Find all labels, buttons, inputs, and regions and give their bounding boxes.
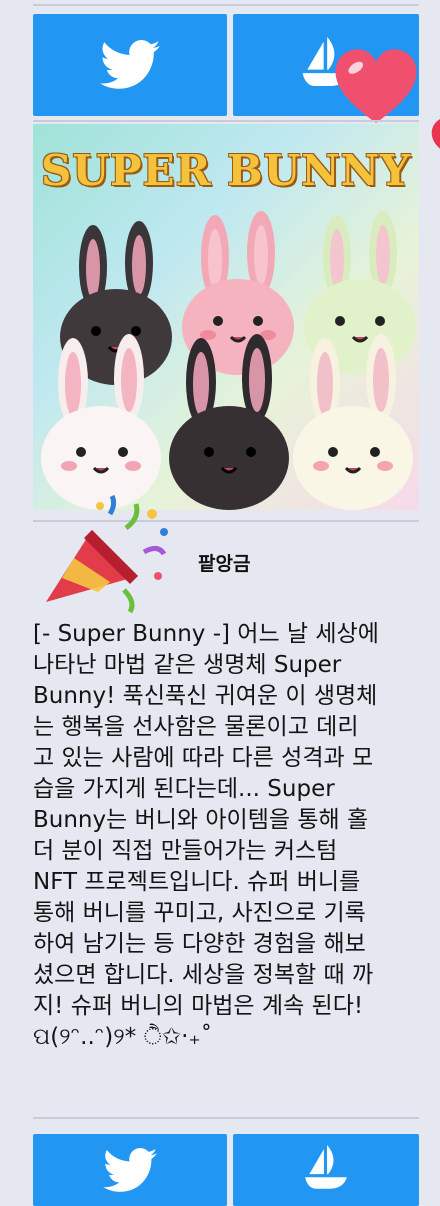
project-description: [- Super Bunny -] 어느 날 세상에 나타난 마법 같은 생명체… <box>33 621 379 1050</box>
nft-artwork-image: SUPER BUNNY <box>33 124 419 510</box>
card-divider <box>33 120 419 122</box>
artwork-title: SUPER BUNNY <box>41 146 411 195</box>
bottom-divider <box>33 1117 419 1119</box>
twitter-icon <box>103 1147 157 1192</box>
heart-icon-partial <box>431 119 440 149</box>
opensea-icon <box>305 1145 347 1189</box>
bunny-black-2 <box>169 334 289 510</box>
bunny-white <box>41 334 161 510</box>
top-divider <box>33 4 419 6</box>
party-popper-icon <box>46 494 168 614</box>
opensea-link-button-bottom[interactable] <box>233 1134 419 1206</box>
twitter-link-button[interactable] <box>33 14 227 116</box>
twitter-link-button-bottom[interactable] <box>33 1134 227 1206</box>
twitter-icon <box>100 40 160 89</box>
author-name: 팥앙금 <box>198 553 251 575</box>
bunny-cream <box>293 334 413 510</box>
